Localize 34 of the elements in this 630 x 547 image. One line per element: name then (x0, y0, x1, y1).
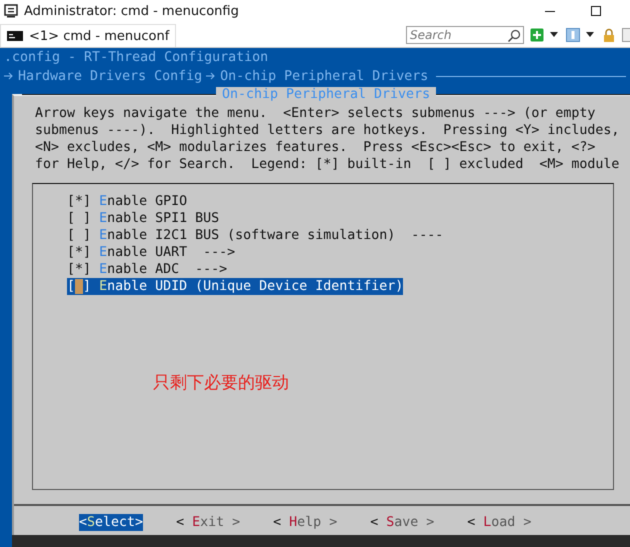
breadcrumb-item: Hardware Drivers Config (18, 68, 202, 84)
arrow-icon (206, 72, 216, 80)
console-icon (4, 4, 18, 18)
add-icon[interactable] (530, 28, 544, 42)
menu-item[interactable]: [*] Enable ADC ---> (67, 261, 228, 278)
help-text: submenus ----). Highlighted letters are hotkeys. Pressing <Y> includes, (35, 122, 620, 139)
breadcrumb-item: On-chip Peripheral Drivers (220, 68, 428, 84)
help-text: Arrow keys navigate the menu. <Enter> selects submenus ---> (or empty (35, 105, 596, 122)
arrow-icon (4, 72, 14, 80)
menu-item[interactable]: [ ] Enable I2C1 BUS (software simulation) ---- (67, 227, 444, 244)
menu-button[interactable]: < Load > (467, 514, 532, 531)
menu-button[interactable]: <Select> (79, 514, 144, 531)
menu-button[interactable]: < Exit > (176, 514, 240, 531)
menu-item[interactable]: [ ] Enable SPI1 BUS (67, 210, 220, 227)
dialog-title: On-chip Peripheral Drivers (216, 86, 436, 102)
annotation-text: 只剩下必要的驱动 (153, 372, 289, 394)
dropdown-icon[interactable] (586, 32, 594, 37)
help-text: for Help, </> for Search. Legend: [*] built-in [ ] excluded <M> module (35, 156, 620, 173)
menu-button[interactable]: < Help > (273, 514, 338, 531)
help-text: <N> excludes, <M> modularizes features. Press <Esc><Esc> to exit, <?> (35, 139, 596, 156)
config-header: .config - RT-Thread Configuration (3, 49, 270, 67)
menu-button[interactable]: < Save > (370, 514, 434, 531)
lock-icon[interactable] (602, 28, 616, 42)
menu-item[interactable]: [*] Enable UART ---> (67, 244, 236, 261)
dropdown-icon[interactable] (550, 32, 558, 37)
maximize-icon[interactable] (590, 5, 602, 17)
menu-item[interactable]: [*] Enable GPIO (67, 193, 188, 210)
search-icon[interactable] (507, 29, 521, 43)
console-tab[interactable]: <1> cmd - menuconf (0, 24, 176, 47)
window-title: Administrator: cmd - menuconfig (24, 4, 239, 18)
menu-item[interactable]: [ ] Enable UDID (Unique Device Identifier) (67, 278, 404, 295)
search-field[interactable]: Search (406, 26, 524, 44)
console-icon (7, 31, 23, 41)
panel-icon[interactable] (566, 28, 580, 42)
